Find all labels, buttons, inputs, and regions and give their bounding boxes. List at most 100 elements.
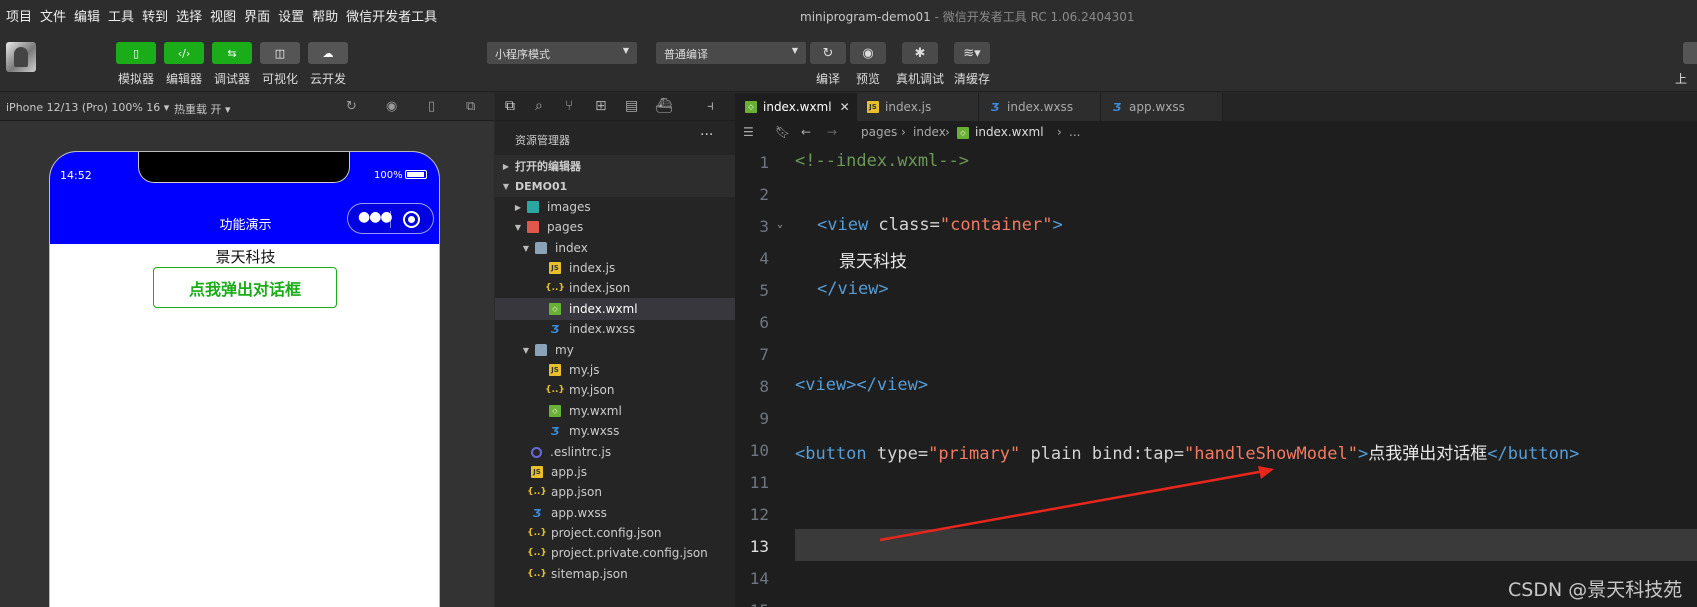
breadcrumb-file[interactable]: index.wxml xyxy=(975,125,1044,139)
tree-item-my-json[interactable]: {..} my.json xyxy=(495,379,735,401)
open-editors-section[interactable]: ▶ 打开的编辑器 xyxy=(495,155,735,177)
more-dots-icon[interactable]: ●●● xyxy=(358,209,393,225)
docker-icon[interactable]: ⛴ xyxy=(655,98,673,114)
fold-chevron-icon[interactable]: ⌄ xyxy=(777,219,783,230)
activity-bar: ⧉ ⌕ ⑂ ⊞ ▤ ⛴ ⫞ xyxy=(495,93,735,121)
preview-button[interactable]: ◉ xyxy=(850,42,886,64)
line-number: 13 xyxy=(749,537,769,556)
tab-index-wxss[interactable]: Ʒ index.wxss xyxy=(979,93,1101,121)
chevron-down-icon: ▼ xyxy=(522,345,530,355)
simulator-panel: iPhone 12/13 (Pro) 100% 16 ▾ 热重载 开 ▾ ↻ ◉… xyxy=(0,93,494,607)
breadcrumb-pages[interactable]: pages xyxy=(861,125,897,139)
js-file-icon: JS xyxy=(867,101,879,113)
cloud-button[interactable]: ☁ xyxy=(308,42,348,64)
tree-item-my-wxml[interactable]: ◇ my.wxml xyxy=(495,400,735,422)
menu-project[interactable]: 项目 xyxy=(6,6,32,25)
simulator-toggle-button[interactable]: ▯ xyxy=(116,42,156,64)
phone-icon[interactable]: ▯ xyxy=(428,99,435,114)
visual-toggle-button[interactable]: ◫ xyxy=(260,42,300,64)
refresh-icon[interactable]: ↻ xyxy=(346,99,357,114)
close-target-icon[interactable] xyxy=(403,211,420,228)
real-device-debug-button[interactable]: ✱ xyxy=(902,42,938,64)
hot-reload-toggle[interactable]: 热重载 开 ▾ xyxy=(174,101,231,117)
forward-arrow-icon[interactable]: → xyxy=(827,125,837,139)
compile-button[interactable]: ↻ xyxy=(810,42,846,64)
breadcrumb-more[interactable]: ... xyxy=(1069,125,1080,139)
tree-item-index-folder[interactable]: ▼ index xyxy=(495,237,735,259)
more-icon[interactable]: ··· xyxy=(700,127,713,143)
json-file-icon: {..} xyxy=(545,385,565,395)
tree-item-index-js[interactable]: JS index.js xyxy=(495,257,735,279)
project-section[interactable]: ▼ DEMO01 xyxy=(495,175,735,197)
tree-item-app-js[interactable]: JS app.js xyxy=(495,461,735,483)
tree-item-my-js[interactable]: JS my.js xyxy=(495,359,735,381)
tree-item-eslintrc[interactable]: .eslintrc.js xyxy=(495,441,735,463)
watermark: CSDN @景天科技苑 xyxy=(1508,579,1683,601)
tree-item-label: pages xyxy=(547,220,584,234)
device-select[interactable]: iPhone 12/13 (Pro) 100% 16 ▾ xyxy=(6,101,169,114)
breadcrumb-index[interactable]: index xyxy=(913,125,946,139)
menu-file[interactable]: 文件 xyxy=(40,6,66,25)
menu-interface[interactable]: 界面 xyxy=(244,6,270,25)
tree-item-index-wxml[interactable]: ◇ index.wxml xyxy=(495,298,735,320)
tree-item-my-wxss[interactable]: Ʒ my.wxss xyxy=(495,420,735,442)
menu-wechat-devtools[interactable]: 微信开发者工具 xyxy=(346,6,437,25)
tree-item-my-folder[interactable]: ▼ my xyxy=(495,339,735,361)
tree-item-sitemap[interactable]: {..} sitemap.json xyxy=(495,563,735,585)
capsule-menu[interactable]: ●●● xyxy=(347,203,434,234)
open-editors-label: 打开的编辑器 xyxy=(515,160,581,173)
tree-item-index-wxss[interactable]: Ʒ index.wxss xyxy=(495,318,735,340)
tree-item-project-private-config[interactable]: {..} project.private.config.json xyxy=(495,542,735,564)
menu-bar: 项目 文件 编辑 工具 转到 选择 视图 界面 设置 帮助 微信开发者工具 mi… xyxy=(0,0,1697,30)
menu-tools[interactable]: 工具 xyxy=(108,6,134,25)
chevron-down-icon: ▼ xyxy=(514,222,522,232)
line-number: 8 xyxy=(759,377,769,396)
mode-select[interactable]: 小程序模式 ▼ xyxy=(487,42,637,64)
files-icon[interactable]: ⧉ xyxy=(505,98,515,114)
debugger-toggle-button[interactable]: ⇆ xyxy=(212,42,252,64)
cloud-label: 云开发 xyxy=(309,72,346,86)
extensions-icon[interactable]: ⊞ xyxy=(595,98,607,114)
menu-help[interactable]: 帮助 xyxy=(312,6,338,25)
popout-icon[interactable]: ⧉ xyxy=(466,99,475,114)
menu-goto[interactable]: 转到 xyxy=(142,6,168,25)
source-control-icon[interactable]: ⑂ xyxy=(565,98,573,114)
outline-icon[interactable]: ▤ xyxy=(625,98,638,114)
phone-notch xyxy=(138,152,350,183)
back-arrow-icon[interactable]: ← xyxy=(801,125,811,139)
clear-cache-button[interactable]: ≋▾ xyxy=(954,42,990,64)
close-icon[interactable]: ✕ xyxy=(840,100,850,114)
search-icon[interactable]: ⌕ xyxy=(535,98,543,114)
bookmark-icon[interactable]: 🔖︎ xyxy=(775,125,790,139)
tree-item-index-json[interactable]: {..} index.json xyxy=(495,277,735,299)
project-label: DEMO01 xyxy=(515,179,568,193)
breadcrumb: ☰ 🔖︎ ← → pages › index › ◇ index.wxml › … xyxy=(735,121,1697,145)
tree-item-pages[interactable]: ▼ pages xyxy=(495,216,735,238)
menu-select[interactable]: 选择 xyxy=(176,6,202,25)
tree-item-app-wxss[interactable]: Ʒ app.wxss xyxy=(495,502,735,524)
collapse-panel-icon[interactable]: ⫞ xyxy=(707,98,714,114)
tab-app-wxss[interactable]: Ʒ app.wxss xyxy=(1101,93,1223,121)
tree-item-label: images xyxy=(547,200,591,214)
upload-button[interactable] xyxy=(1683,42,1697,64)
show-modal-button[interactable]: 点我弹出对话框 xyxy=(153,267,337,308)
stop-icon[interactable]: ◉ xyxy=(386,99,397,114)
menu-view[interactable]: 视图 xyxy=(210,6,236,25)
window-title: miniprogram-demo01 - 微信开发者工具 RC 1.06.240… xyxy=(800,8,1135,25)
tree-item-app-json[interactable]: {..} app.json xyxy=(495,481,735,503)
json-file-icon: {..} xyxy=(527,569,547,579)
menu-edit[interactable]: 编辑 xyxy=(74,6,100,25)
line-number: 2 xyxy=(759,185,769,204)
tab-label: index.wxss xyxy=(1007,100,1074,114)
tab-index-js[interactable]: JS index.js xyxy=(857,93,979,121)
tab-index-wxml[interactable]: ◇ index.wxml ✕ xyxy=(735,93,857,121)
status-time: 14:52 xyxy=(60,169,92,182)
menu-settings[interactable]: 设置 xyxy=(278,6,304,25)
avatar[interactable] xyxy=(6,42,36,72)
list-icon[interactable]: ☰ xyxy=(743,125,754,139)
editor-toggle-button[interactable]: ‹/› xyxy=(164,42,204,64)
tree-item-project-config[interactable]: {..} project.config.json xyxy=(495,522,735,544)
tree-item-images[interactable]: ▶ images xyxy=(495,196,735,218)
compile-select[interactable]: 普通编译 ▼ xyxy=(656,42,806,64)
tree-item-label: index xyxy=(555,241,588,255)
